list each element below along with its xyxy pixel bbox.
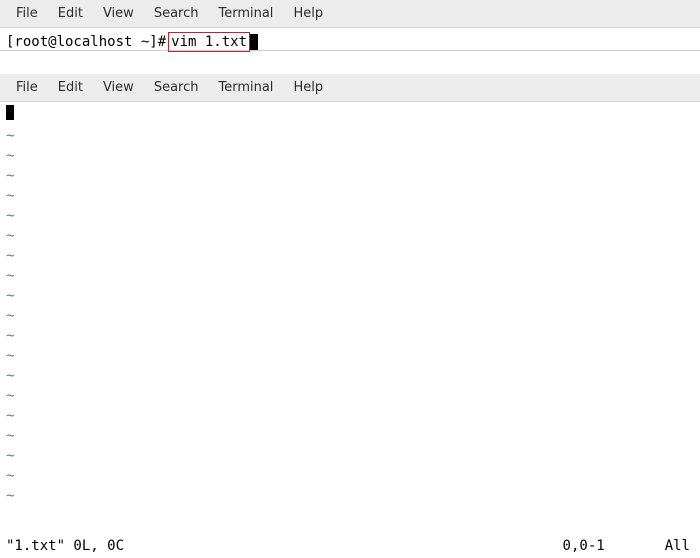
menubar-bottom: File Edit View Search Terminal Help — [0, 74, 700, 102]
vim-status-file: "1.txt" 0L, 0C — [6, 538, 124, 554]
menu-help[interactable]: Help — [283, 4, 333, 23]
vim-tilde-line: ~ — [6, 246, 694, 266]
vim-current-line — [6, 105, 694, 124]
menu-edit[interactable]: Edit — [48, 78, 93, 97]
vim-tilde-line: ~ — [6, 406, 694, 426]
vim-tilde-line: ~ — [6, 266, 694, 286]
vim-tilde-line: ~ — [6, 146, 694, 166]
terminal-top[interactable]: [root@localhost ~]# vim 1.txt — [0, 28, 700, 51]
cursor-icon — [250, 34, 258, 50]
vim-status-scroll: All — [665, 538, 690, 554]
vim-status-bar: "1.txt" 0L, 0C 0,0-1 All — [0, 536, 700, 558]
menu-file[interactable]: File — [6, 4, 48, 23]
menu-view[interactable]: View — [93, 78, 144, 97]
vim-cursor-icon — [6, 105, 14, 120]
shell-prompt-line: [root@localhost ~]# vim 1.txt — [6, 32, 694, 52]
vim-tilde-line: ~ — [6, 186, 694, 206]
menubar-top: File Edit View Search Terminal Help — [0, 0, 700, 28]
terminal-bottom[interactable]: ~ ~ ~ ~ ~ ~ ~ ~ ~ ~ ~ ~ ~ ~ ~ ~ ~ ~ ~ "1… — [0, 102, 700, 558]
shell-command: vim 1.txt — [171, 33, 247, 51]
vim-tilde-line: ~ — [6, 326, 694, 346]
menu-edit[interactable]: Edit — [48, 4, 93, 23]
vim-tilde-line: ~ — [6, 306, 694, 326]
vim-tilde-line: ~ — [6, 286, 694, 306]
vim-status-position: 0,0-1 — [563, 538, 605, 554]
vim-tilde-line: ~ — [6, 166, 694, 186]
menu-search[interactable]: Search — [144, 78, 209, 97]
shell-prompt: [root@localhost ~]# — [6, 33, 166, 51]
vim-tilde-line: ~ — [6, 226, 694, 246]
vim-tilde-line: ~ — [6, 426, 694, 446]
vim-tilde-line: ~ — [6, 346, 694, 366]
menu-terminal[interactable]: Terminal — [208, 78, 283, 97]
gap — [0, 51, 700, 74]
menu-search[interactable]: Search — [144, 4, 209, 23]
vim-tilde-line: ~ — [6, 446, 694, 466]
vim-tilde-line: ~ — [6, 126, 694, 146]
vim-tilde-line: ~ — [6, 206, 694, 226]
command-highlight-box: vim 1.txt — [168, 32, 250, 52]
vim-tilde-line: ~ — [6, 486, 694, 506]
vim-tilde-line: ~ — [6, 366, 694, 386]
menu-file[interactable]: File — [6, 78, 48, 97]
menu-view[interactable]: View — [93, 4, 144, 23]
vim-editor[interactable]: ~ ~ ~ ~ ~ ~ ~ ~ ~ ~ ~ ~ ~ ~ ~ ~ ~ ~ ~ — [0, 102, 700, 536]
vim-tilde-line: ~ — [6, 386, 694, 406]
menu-help[interactable]: Help — [283, 78, 333, 97]
vim-tilde-line: ~ — [6, 466, 694, 486]
menu-terminal[interactable]: Terminal — [208, 4, 283, 23]
